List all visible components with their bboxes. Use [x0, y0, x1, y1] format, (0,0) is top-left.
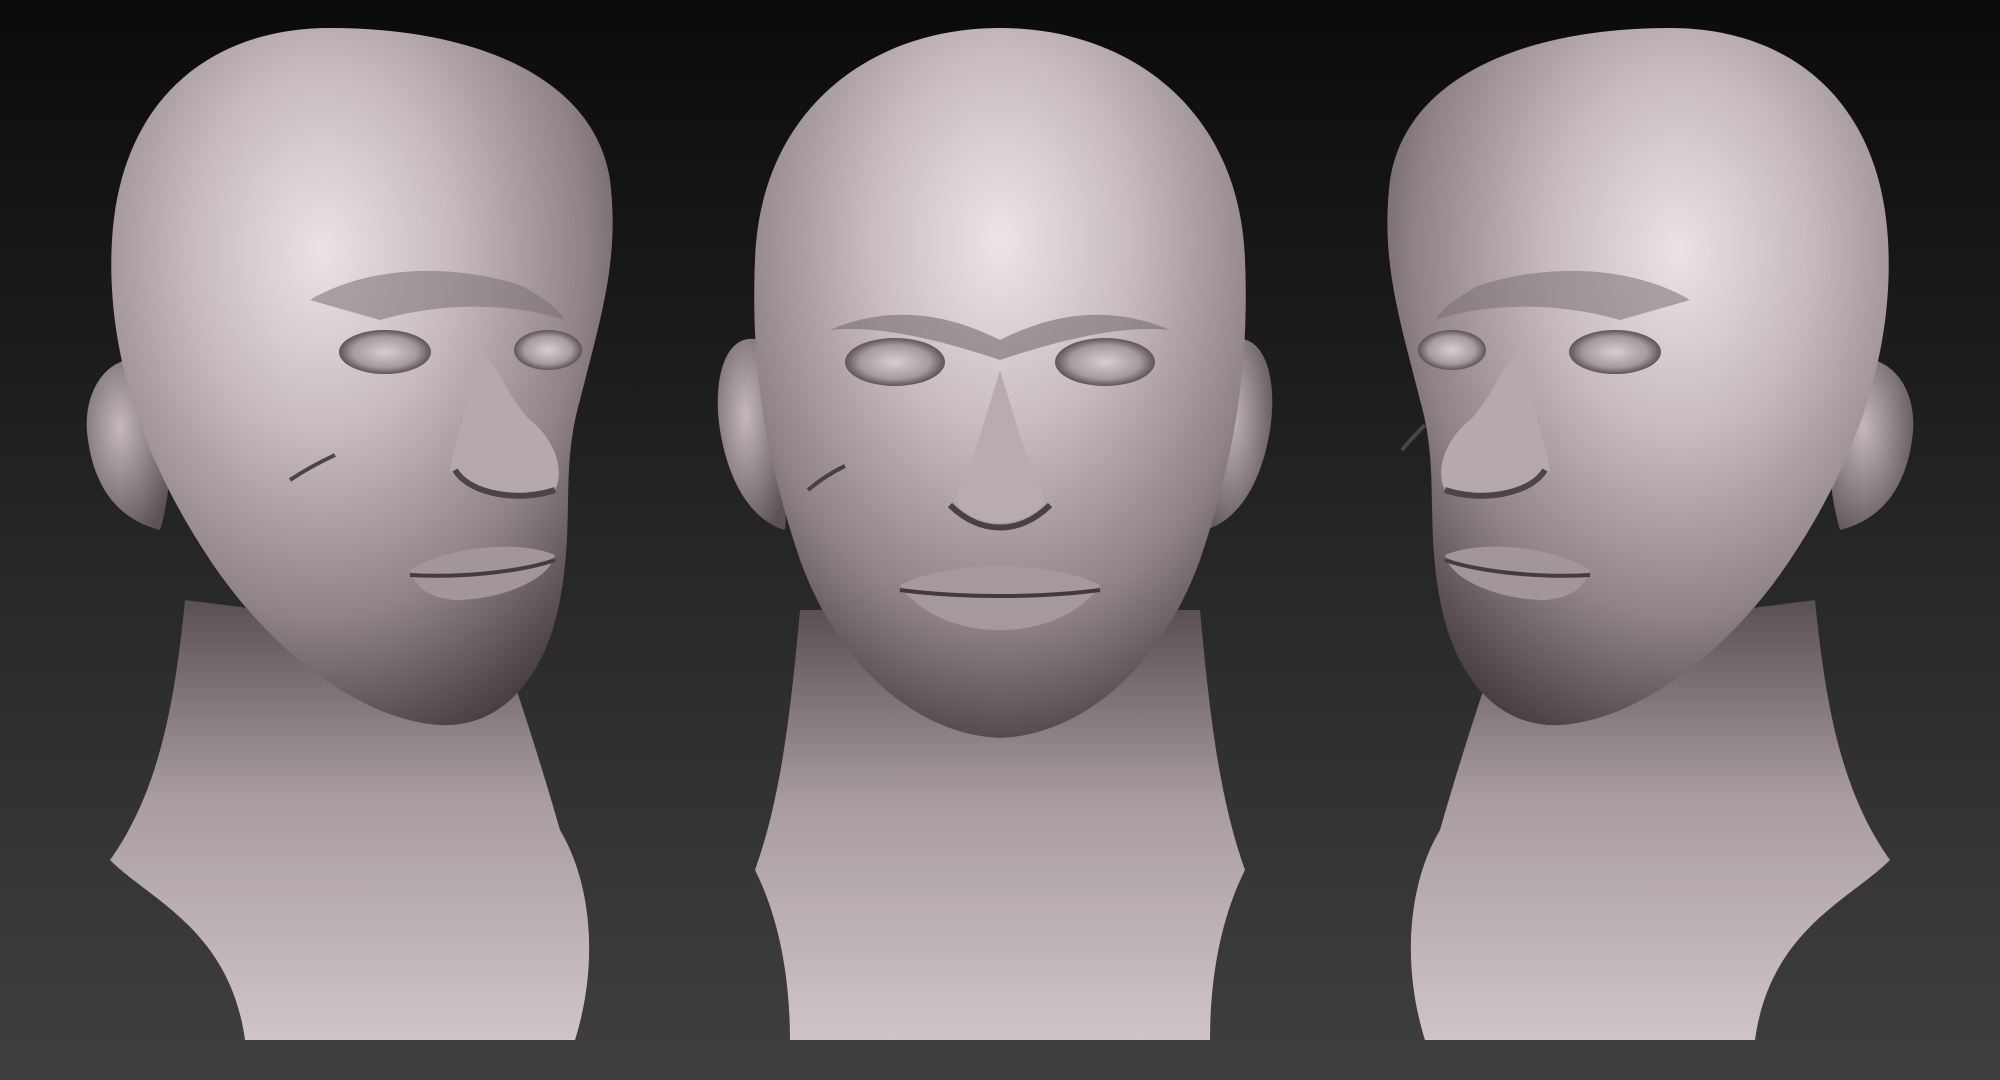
- head-three-quarter-left: [86, 28, 613, 1040]
- head-three-quarter-right: [1387, 28, 1914, 1040]
- eye-left-b: [514, 330, 582, 370]
- eye-left-a: [339, 330, 431, 374]
- eye-front-left: [845, 338, 945, 386]
- eye-right-b: [1418, 330, 1486, 370]
- head-sculpt-render: [86, 28, 1914, 1040]
- eye-front-right: [1055, 338, 1155, 386]
- head-front: [717, 28, 1273, 1040]
- scar-right: [1400, 423, 1427, 452]
- eye-right-a: [1569, 330, 1661, 374]
- sculpt-viewport: [0, 0, 2000, 1080]
